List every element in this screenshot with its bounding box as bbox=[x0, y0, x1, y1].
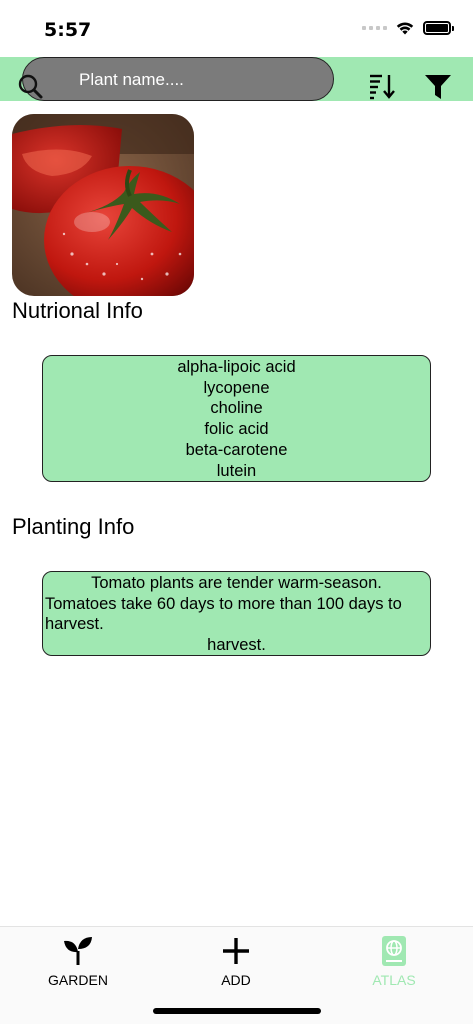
nutrient-item: choline bbox=[210, 399, 263, 418]
atlas-book-icon bbox=[382, 936, 406, 966]
status-bar: 5:57 bbox=[0, 0, 473, 56]
nutritional-info-title: Nutrional Info bbox=[12, 298, 143, 323]
tab-label: ADD bbox=[221, 972, 251, 988]
plant-image bbox=[12, 114, 194, 296]
status-time: 5:57 bbox=[44, 19, 92, 41]
tab-label: ATLAS bbox=[372, 972, 416, 988]
sprout-icon bbox=[64, 937, 92, 965]
battery-icon bbox=[423, 21, 454, 35]
planting-line: harvest. bbox=[207, 636, 266, 655]
tab-add[interactable]: ADD bbox=[176, 927, 296, 993]
plus-icon bbox=[223, 938, 249, 964]
nutrient-item: folic acid bbox=[204, 420, 269, 439]
home-indicator bbox=[153, 1008, 321, 1014]
top-toolbar bbox=[0, 57, 473, 101]
search-input[interactable] bbox=[79, 68, 319, 92]
tomato-photo bbox=[12, 114, 194, 296]
cellular-signal-icon bbox=[362, 26, 387, 30]
tab-garden[interactable]: GARDEN bbox=[18, 927, 138, 993]
wifi-icon bbox=[396, 22, 414, 35]
search-bar[interactable] bbox=[22, 57, 334, 101]
filter-icon[interactable] bbox=[424, 74, 452, 100]
status-indicators bbox=[362, 20, 454, 36]
planting-line: Tomatoes take 60 days to more than 100 d… bbox=[45, 594, 402, 613]
search-icon[interactable] bbox=[17, 73, 45, 101]
nutrient-item: lycopene bbox=[203, 378, 270, 397]
tab-atlas[interactable]: ATLAS bbox=[334, 927, 454, 993]
sort-descending-icon[interactable] bbox=[368, 72, 396, 100]
planting-info-box: Tomato plants are tender warm-season. To… bbox=[42, 571, 431, 656]
planting-info-title: Planting Info bbox=[12, 514, 135, 539]
nutrient-item: beta-carotene bbox=[185, 440, 288, 459]
tab-label: GARDEN bbox=[48, 972, 108, 988]
planting-line: harvest. bbox=[45, 615, 104, 634]
planting-line: Tomato plants are tender warm-season. bbox=[91, 574, 382, 592]
nutritional-info-box: alpha-lipoic acid lycopene choline folic ac… bbox=[42, 355, 431, 482]
nutrient-item: lutein bbox=[216, 461, 257, 480]
nutrient-item: alpha-lipoic acid bbox=[177, 358, 296, 376]
